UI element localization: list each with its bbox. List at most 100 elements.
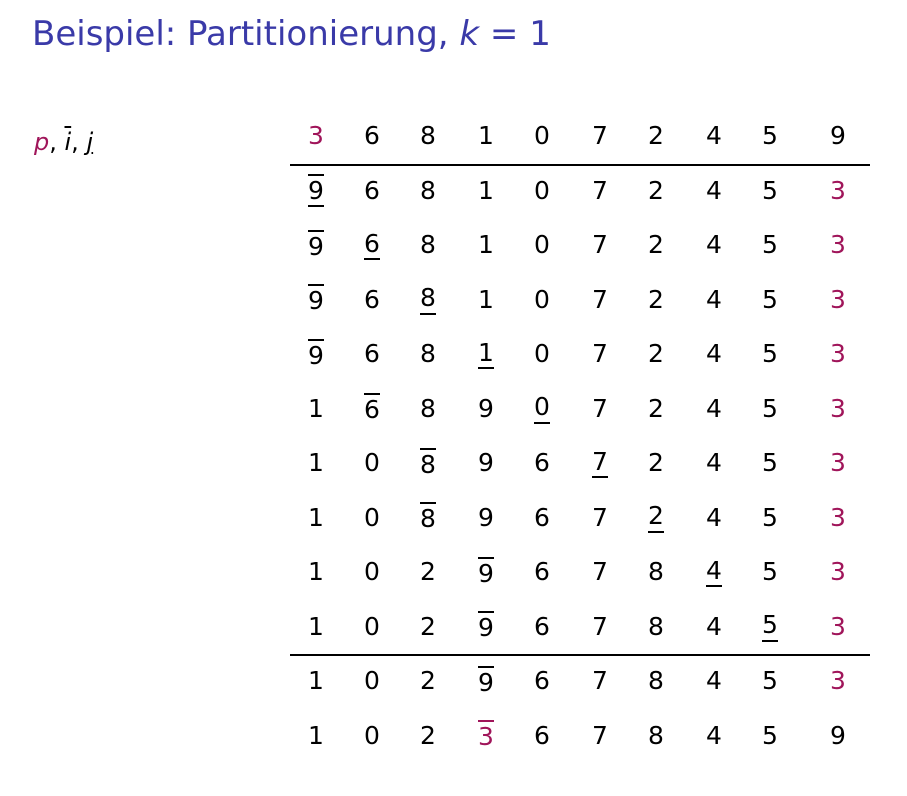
array-cell: 9 — [296, 272, 336, 327]
title-variable: k — [459, 14, 480, 54]
array-cell: 8 — [636, 653, 676, 708]
array-cell: 7 — [580, 381, 620, 436]
cell-value: 3 — [830, 611, 846, 641]
array-cell: 7 — [580, 272, 620, 327]
table-row: 1 0 2 3 6 7 8 4 5 9 — [290, 708, 870, 763]
cell-value: 1 — [308, 448, 324, 478]
array-cell: 6 — [352, 326, 392, 381]
cell-value: 9 — [308, 173, 324, 208]
array-cell: 8 — [408, 490, 448, 545]
cell-value: 9 — [478, 611, 494, 643]
cell-value: 0 — [364, 557, 380, 587]
array-cell: 5 — [750, 599, 790, 654]
cell-value: 4 — [706, 230, 722, 260]
cell-value: 0 — [534, 284, 550, 314]
cell-value: 9 — [478, 556, 494, 588]
array-cell: 7 — [580, 490, 620, 545]
title-prefix: Beispiel: Partitionierung, — [32, 14, 460, 54]
array-cell: 8 — [636, 708, 676, 763]
array-cell: 3 — [818, 272, 858, 327]
cell-value: 5 — [762, 448, 778, 478]
array-cell: 2 — [636, 217, 676, 272]
cell-value: 9 — [830, 121, 846, 151]
array-cell: 3 — [818, 217, 858, 272]
array-cell: 4 — [694, 490, 734, 545]
array-cell: 8 — [408, 163, 448, 218]
array-cell: 3 — [818, 599, 858, 654]
cell-value: 6 — [364, 393, 380, 425]
cell-value: 6 — [364, 339, 380, 369]
array-cell: 0 — [522, 217, 562, 272]
cell-value: 8 — [648, 666, 664, 696]
array-cell: 8 — [408, 272, 448, 327]
cell-value: 2 — [648, 502, 664, 533]
cell-value: 2 — [648, 393, 664, 423]
array-cell: 7 — [580, 653, 620, 708]
array-cell: 1 — [296, 708, 336, 763]
cell-value: 6 — [364, 284, 380, 314]
cell-value: 9 — [478, 665, 494, 697]
array-cell: 9 — [466, 435, 506, 490]
array-cell: 7 — [580, 108, 620, 163]
cell-value: 7 — [592, 175, 608, 205]
array-cell: 6 — [522, 653, 562, 708]
cell-value: 2 — [420, 666, 436, 696]
array-cell: 1 — [296, 599, 336, 654]
title-suffix: = 1 — [479, 14, 551, 54]
cell-value: 1 — [308, 720, 324, 750]
cell-value: 5 — [762, 121, 778, 151]
array-cell: 5 — [750, 163, 790, 218]
cell-value: 7 — [592, 393, 608, 423]
array-cell: 5 — [750, 108, 790, 163]
cell-value: 7 — [592, 611, 608, 641]
array-cell: 9 — [466, 381, 506, 436]
cell-value: 4 — [706, 284, 722, 314]
cell-value: 1 — [308, 502, 324, 532]
array-cell: 4 — [694, 381, 734, 436]
array-cell: 3 — [818, 381, 858, 436]
cell-value: 2 — [420, 557, 436, 587]
array-cell: 6 — [522, 599, 562, 654]
array-cell: 3 — [818, 544, 858, 599]
cell-value: 0 — [364, 720, 380, 750]
array-cell: 9 — [466, 490, 506, 545]
array-cell: 4 — [694, 108, 734, 163]
array-cell: 0 — [522, 381, 562, 436]
cell-value: 7 — [592, 284, 608, 314]
cell-value: 8 — [648, 557, 664, 587]
cell-value: 4 — [706, 339, 722, 369]
array-cell: 4 — [694, 544, 734, 599]
cell-value: 4 — [706, 121, 722, 151]
array-cell: 4 — [694, 326, 734, 381]
array-cell: 9 — [296, 217, 336, 272]
array-cell: 0 — [352, 435, 392, 490]
array-cell: 0 — [352, 544, 392, 599]
array-cell: 1 — [296, 544, 336, 599]
table-row: 1 0 2 9 6 7 8 4 5 3 — [290, 599, 870, 654]
cell-value: 3 — [830, 230, 846, 260]
array-cell: 4 — [694, 435, 734, 490]
table-row: 1 0 2 9 6 7 8 4 5 3 — [290, 653, 870, 708]
cell-value: 7 — [592, 339, 608, 369]
array-cell: 1 — [296, 653, 336, 708]
array-cell: 3 — [818, 163, 858, 218]
array-cell: 2 — [408, 544, 448, 599]
cell-value: 6 — [534, 720, 550, 750]
array-cell: 9 — [466, 544, 506, 599]
array-cell: 2 — [408, 599, 448, 654]
cell-value: 1 — [478, 339, 494, 370]
table-row: 9681072453 — [290, 217, 870, 272]
array-cell: 4 — [694, 163, 734, 218]
cell-value: 0 — [534, 339, 550, 369]
cell-value: 2 — [648, 448, 664, 478]
cell-value: 3 — [308, 121, 324, 151]
cell-value: 0 — [364, 502, 380, 532]
array-cell: 1 — [466, 272, 506, 327]
marker-legend: p, i, j — [34, 128, 93, 156]
partition-table: 3681072459968107245396810724539681072453… — [290, 108, 870, 762]
cell-value: 0 — [534, 175, 550, 205]
array-cell: 5 — [750, 490, 790, 545]
cell-value: 6 — [364, 230, 380, 261]
cell-value: 0 — [534, 121, 550, 151]
legend-pivot: p — [34, 128, 50, 156]
